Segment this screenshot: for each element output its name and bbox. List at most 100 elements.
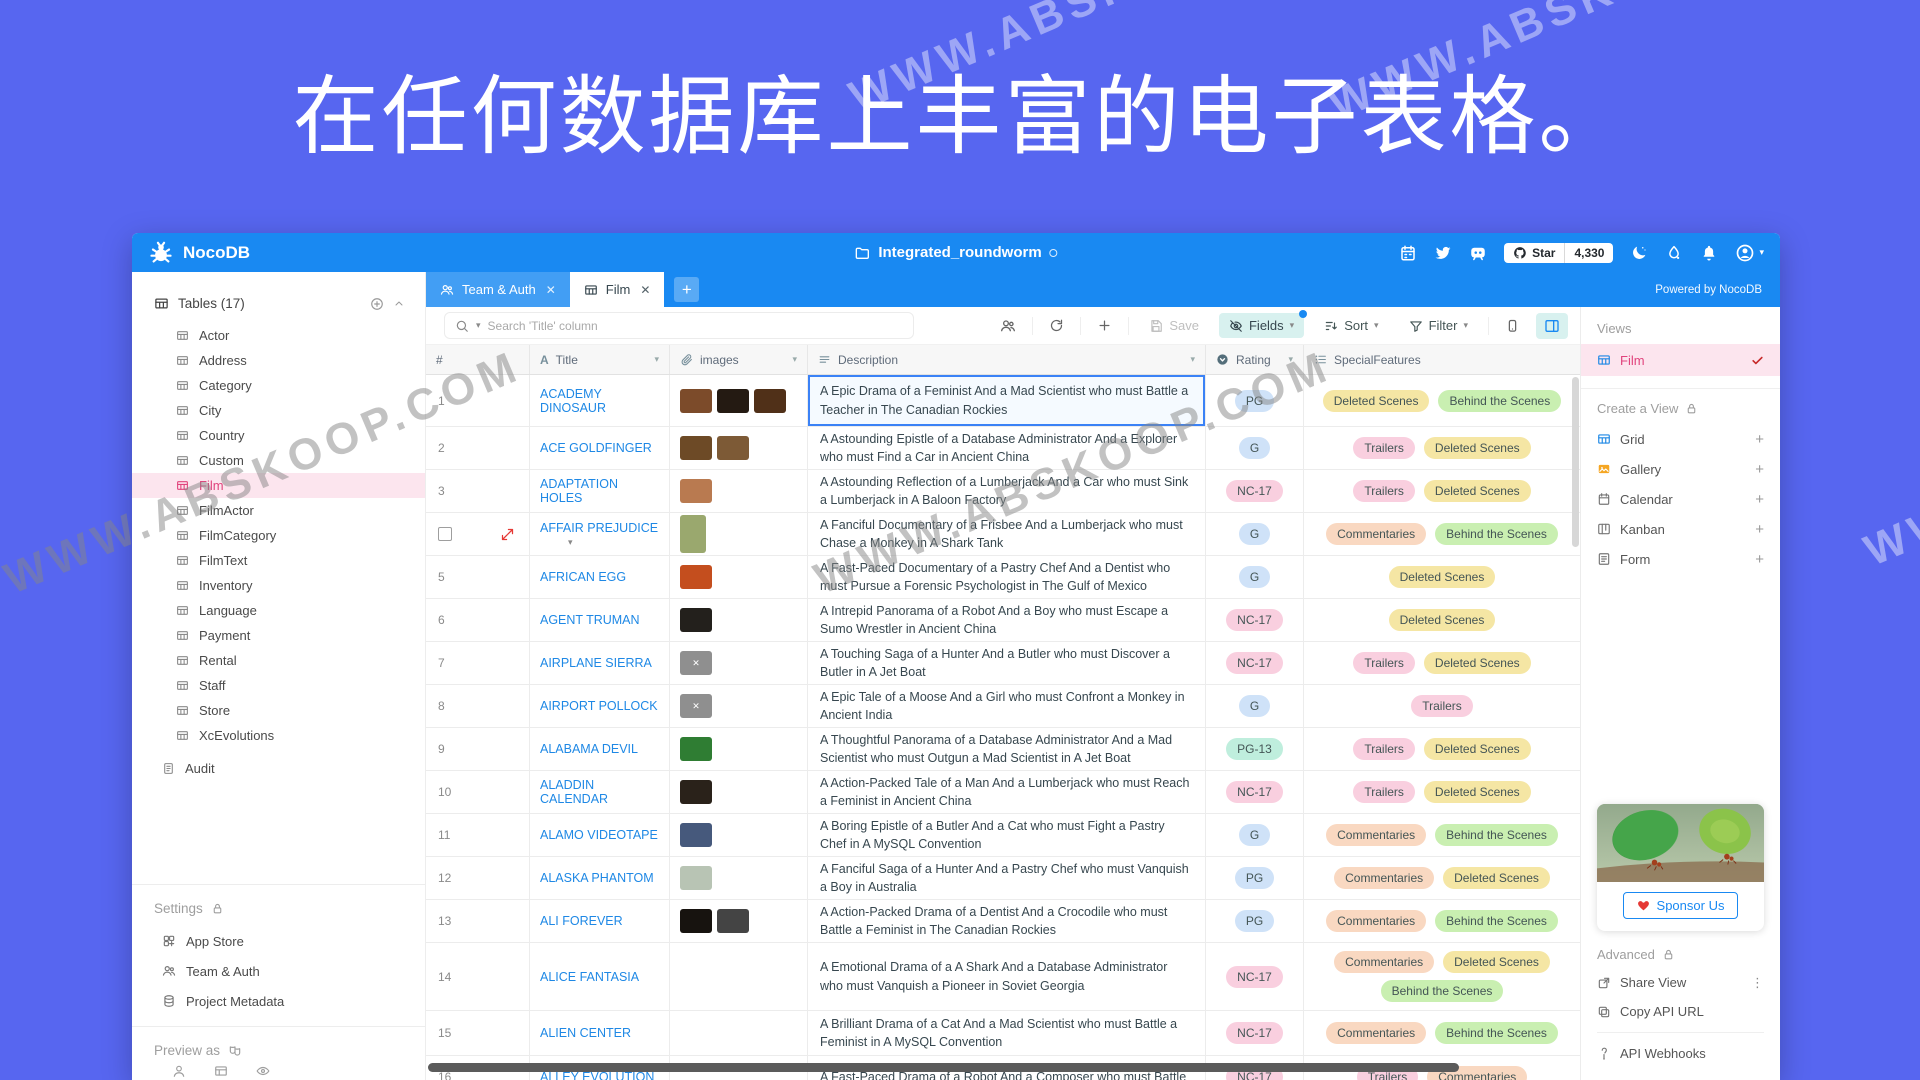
images-cell[interactable] [670,470,808,512]
title-cell[interactable]: ALAMO VIDEOTAPE [530,814,670,856]
sidebar-table-custom[interactable]: Custom [132,448,425,473]
column-header-title[interactable]: A Title ▾ [530,345,670,374]
row-number-cell[interactable]: 10 [426,771,530,813]
title-link[interactable]: ADAPTATION HOLES [540,477,659,505]
vertical-scrollbar[interactable] [1572,377,1579,547]
search-input[interactable] [488,319,903,333]
description-cell[interactable]: A Fanciful Saga of a Hunter And a Pastry… [808,857,1206,899]
attachment-thumbnail[interactable] [680,823,712,847]
add-row-icon[interactable] [1091,318,1118,333]
images-cell[interactable] [670,556,808,598]
fields-button[interactable]: Fields ▾ [1219,313,1304,338]
chevron-down-icon[interactable]: ▾ [792,354,797,365]
sidebar-table-xcevolutions[interactable]: XcEvolutions [132,723,425,748]
description-cell[interactable]: A Astounding Epistle of a Database Admin… [808,427,1206,469]
specialfeatures-cell[interactable]: Deleted ScenesBehind the Scenes [1304,375,1580,426]
column-header-images[interactable]: images ▾ [670,345,808,374]
specialfeatures-cell[interactable]: CommentariesBehind the Scenes [1304,513,1580,555]
sidebar-table-film[interactable]: Film [132,473,425,498]
attachment-thumbnail[interactable] [680,479,712,503]
description-cell[interactable]: A Boring Epistle of a Butler And a Cat w… [808,814,1206,856]
calendar-icon[interactable] [1399,244,1417,262]
images-cell[interactable] [670,771,808,813]
specialfeatures-cell[interactable]: TrailersDeleted Scenes [1304,427,1580,469]
title-cell[interactable]: ALABAMA DEVIL [530,728,670,770]
attachment-thumbnail[interactable] [680,651,712,675]
reload-icon[interactable] [1043,318,1070,333]
images-cell[interactable] [670,728,808,770]
column-header-row-number[interactable]: # [426,345,530,374]
description-cell[interactable]: A Fast-Paced Documentary of a Pastry Che… [808,556,1206,598]
star-count[interactable]: 4,330 [1565,243,1613,263]
title-link[interactable]: AGENT TRUMAN [540,613,640,627]
attachment-thumbnail[interactable] [680,737,712,761]
collaborators-icon[interactable] [994,318,1022,334]
row-number-cell[interactable]: 15 [426,1011,530,1055]
api-webhooks-item[interactable]: API Webhooks [1597,1039,1764,1068]
images-cell[interactable] [670,427,808,469]
sort-button[interactable]: Sort ▾ [1314,313,1388,338]
sidebar-table-country[interactable]: Country [132,423,425,448]
title-link[interactable]: ACADEMY DINOSAUR [540,387,659,415]
sidebar-table-actor[interactable]: Actor [132,323,425,348]
title-link[interactable]: AIRPORT POLLOCK [540,699,658,713]
close-icon[interactable]: ✕ [640,283,650,297]
row-number-cell[interactable]: 13 [426,900,530,942]
title-cell[interactable]: AIRPLANE SIERRA [530,642,670,684]
collapse-chevron-up-icon[interactable] [393,298,405,310]
title-link[interactable]: ACE GOLDFINGER [540,441,652,455]
specialfeatures-cell[interactable]: Deleted Scenes [1304,599,1580,641]
column-header-specialfeatures[interactable]: SpecialFeatures [1304,345,1580,374]
create-view-calendar[interactable]: Calendar + [1597,484,1764,514]
tab-film[interactable]: Film ✕ [570,272,665,307]
sidebar-table-category[interactable]: Category [132,373,425,398]
title-cell[interactable]: AFRICAN EGG [530,556,670,598]
sidebar-item-app-store[interactable]: App Store [132,926,425,956]
title-cell[interactable]: ALADDIN CALENDAR [530,771,670,813]
sponsor-us-button[interactable]: Sponsor Us [1623,892,1739,919]
description-cell[interactable]: A Astounding Reflection of a Lumberjack … [808,470,1206,512]
description-cell[interactable]: A Emotional Drama of a A Shark And a Dat… [808,943,1206,1010]
images-cell[interactable] [670,685,808,727]
notifications-bell-icon[interactable] [1700,244,1718,262]
sidebar-table-rental[interactable]: Rental [132,648,425,673]
horizontal-scrollbar[interactable] [426,1063,1572,1072]
sidebar-table-store[interactable]: Store [132,698,425,723]
create-view-form[interactable]: Form + [1597,544,1764,574]
sidebar-table-staff[interactable]: Staff [132,673,425,698]
add-tab-button[interactable]: + [674,277,699,302]
sidebar-table-filmtext[interactable]: FilmText [132,548,425,573]
toggle-right-sidebar-button[interactable] [1536,313,1568,339]
specialfeatures-cell[interactable]: TrailersDeleted Scenes [1304,771,1580,813]
attachment-thumbnail[interactable] [680,909,712,933]
attachment-thumbnail[interactable] [717,909,749,933]
share-view-item[interactable]: Share View ⋮ [1597,968,1764,997]
title-cell[interactable]: AIRPORT POLLOCK [530,685,670,727]
title-cell[interactable]: ACE GOLDFINGER [530,427,670,469]
attachment-thumbnail[interactable] [680,694,712,718]
project-info-icon[interactable] [1050,249,1058,257]
attachment-thumbnail[interactable] [754,389,786,413]
discord-icon[interactable] [1469,244,1487,262]
search-box[interactable]: ▾ [444,312,914,339]
sidebar-table-payment[interactable]: Payment [132,623,425,648]
rating-cell[interactable]: NC-17 [1206,470,1304,512]
images-cell[interactable] [670,513,808,555]
create-view-grid[interactable]: Grid + [1597,424,1764,454]
specialfeatures-cell[interactable]: CommentariesDeleted ScenesBehind the Sce… [1304,943,1580,1010]
attachment-thumbnail[interactable] [680,780,712,804]
rating-cell[interactable]: G [1206,513,1304,555]
filter-button[interactable]: Filter ▾ [1399,313,1478,338]
chevron-down-icon[interactable]: ▾ [568,537,573,548]
specialfeatures-cell[interactable]: TrailersDeleted Scenes [1304,642,1580,684]
sidebar-table-filmcategory[interactable]: FilmCategory [132,523,425,548]
row-number-cell[interactable] [426,513,530,555]
rating-cell[interactable]: PG-13 [1206,728,1304,770]
rating-cell[interactable]: NC-17 [1206,1011,1304,1055]
description-cell[interactable]: A Thoughtful Panorama of a Database Admi… [808,728,1206,770]
title-link[interactable]: ALASKA PHANTOM [540,871,654,885]
sidebar-table-language[interactable]: Language [132,598,425,623]
specialfeatures-cell[interactable]: CommentariesBehind the Scenes [1304,814,1580,856]
create-view-gallery[interactable]: Gallery + [1597,454,1764,484]
description-cell[interactable]: A Fanciful Documentary of a Frisbee And … [808,513,1206,555]
